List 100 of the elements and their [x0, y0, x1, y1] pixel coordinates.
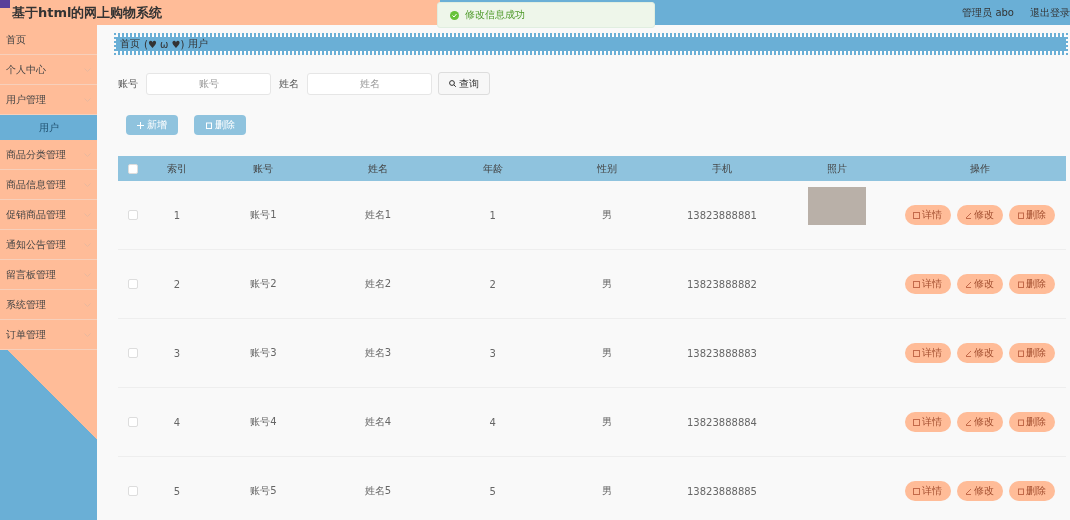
table-cell-text: 姓名3 [363, 346, 393, 360]
sidebar-item[interactable]: 商品分类管理 [0, 140, 97, 170]
detail-button[interactable]: 详情 [905, 274, 951, 294]
table-cell-text: 1 [488, 209, 497, 221]
detail-button[interactable]: 详情 [905, 343, 951, 363]
column-header: 账号 [252, 161, 275, 176]
table-cell-text: 男 [601, 484, 614, 498]
search-icon [449, 80, 456, 87]
field-label: 姓名 [279, 76, 299, 91]
search-field[interactable]: 账号 [146, 72, 271, 95]
column-header: 性别 [596, 161, 619, 176]
document-icon [913, 211, 921, 219]
table-cell-text: 姓名5 [363, 484, 393, 498]
edit-button[interactable]: 修改 [957, 481, 1003, 501]
column-header: 姓名 [367, 161, 389, 176]
trash-icon [1018, 418, 1024, 426]
table-cell-text: 男 [601, 415, 614, 429]
table-cell-text: 3 [172, 347, 182, 359]
table-cell-text: 账号3 [249, 346, 278, 360]
table-cell-text: 5 [488, 485, 497, 497]
field-label: 账号 [118, 76, 138, 91]
app-title: 基于html的网上购物系统 [12, 3, 163, 22]
row-checkbox[interactable] [128, 279, 138, 289]
row-checkbox[interactable] [128, 348, 138, 358]
sidebar-subitem[interactable]: 用户 [0, 115, 97, 140]
table-cell-text: 男 [601, 277, 614, 291]
pencil-icon [965, 349, 973, 357]
search-field[interactable]: 姓名 [307, 72, 432, 95]
table-cell-text: 4 [488, 416, 497, 428]
sidebar-item[interactable]: 商品信息管理 [0, 170, 97, 200]
trash-icon [1018, 211, 1024, 219]
column-header: 手机 [711, 161, 733, 176]
table-cell-text: 4 [172, 416, 182, 428]
table-cell-text: 13823888884 [686, 416, 758, 428]
edit-button[interactable]: 修改 [957, 205, 1003, 225]
search-button[interactable]: 查询 [438, 72, 490, 95]
table-cell-text: 姓名1 [363, 208, 393, 222]
select-all-checkbox[interactable] [128, 163, 138, 174]
sidebar-item[interactable]: 通知公告管理 [0, 230, 97, 260]
table-cell-text: 2 [488, 278, 497, 290]
add-button[interactable]: 新增 [126, 115, 178, 135]
document-icon [913, 280, 921, 288]
table-cell-text: 13823888883 [686, 347, 758, 359]
table-cell-text: 2 [172, 278, 182, 290]
sidebar-item[interactable]: 留言板管理 [0, 260, 97, 290]
app-icon [0, 0, 10, 8]
detail-button[interactable]: 详情 [905, 481, 951, 501]
delete-button[interactable]: 删除 [1009, 343, 1055, 363]
sidebar-item[interactable]: 个人中心 [0, 55, 97, 85]
user-name: 管理员 abo [962, 5, 1014, 20]
table-cell-text: 3 [488, 347, 497, 359]
document-icon [913, 487, 921, 495]
delete-button[interactable]: 删除 [194, 115, 246, 135]
sidebar-item[interactable]: 促销商品管理 [0, 200, 97, 230]
sidebar-item[interactable]: 系统管理 [0, 290, 97, 320]
detail-button[interactable]: 详情 [905, 205, 951, 225]
delete-button[interactable]: 删除 [1009, 205, 1055, 225]
document-icon [913, 418, 921, 426]
table-cell-text: 姓名2 [363, 277, 393, 291]
check-circle-icon [450, 10, 459, 20]
row-checkbox[interactable] [128, 486, 138, 496]
table-cell-text: 13823888881 [686, 209, 758, 221]
column-header: 年龄 [481, 161, 504, 176]
delete-button[interactable]: 删除 [1009, 412, 1055, 432]
column-header: 索引 [166, 161, 188, 176]
table-cell-text: 姓名4 [363, 415, 393, 429]
table-cell-text: 男 [601, 208, 614, 222]
trash-icon [205, 121, 212, 129]
sidebar-item[interactable]: 订单管理 [0, 320, 97, 350]
table-cell-text: 5 [172, 485, 182, 497]
sidebar-item[interactable]: 首页 [0, 25, 97, 55]
delete-button[interactable]: 删除 [1009, 481, 1055, 501]
document-icon [913, 349, 921, 357]
trash-icon [1018, 280, 1024, 288]
plus-icon [137, 121, 144, 129]
toast-message: 修改信息成功 [465, 8, 525, 22]
trash-icon [1018, 487, 1024, 495]
pencil-icon [965, 280, 973, 288]
pencil-icon [965, 211, 973, 219]
trash-icon [1018, 349, 1024, 357]
table-cell-text: 账号5 [249, 484, 278, 498]
table-cell-text: 13823888882 [686, 278, 758, 290]
table-cell-text: 13823888885 [686, 485, 758, 497]
table-cell-text: 账号2 [249, 277, 278, 291]
pencil-icon [965, 418, 973, 426]
logout-link[interactable]: 退出登录 [1030, 5, 1070, 20]
detail-button[interactable]: 详情 [905, 412, 951, 432]
edit-button[interactable]: 修改 [957, 274, 1003, 294]
table-cell-text: 账号1 [249, 208, 278, 222]
row-checkbox[interactable] [128, 417, 138, 427]
edit-button[interactable]: 修改 [957, 412, 1003, 432]
breadcrumb-home[interactable]: 首页 [120, 37, 140, 51]
pencil-icon [965, 487, 973, 495]
table-cell-text: 账号4 [249, 415, 278, 429]
table-cell-text: 男 [601, 346, 614, 360]
edit-button[interactable]: 修改 [957, 343, 1003, 363]
breadcrumb-current: 用户 [188, 37, 209, 51]
column-header: 操作 [969, 161, 991, 176]
delete-button[interactable]: 删除 [1009, 274, 1055, 294]
row-checkbox[interactable] [128, 210, 138, 220]
